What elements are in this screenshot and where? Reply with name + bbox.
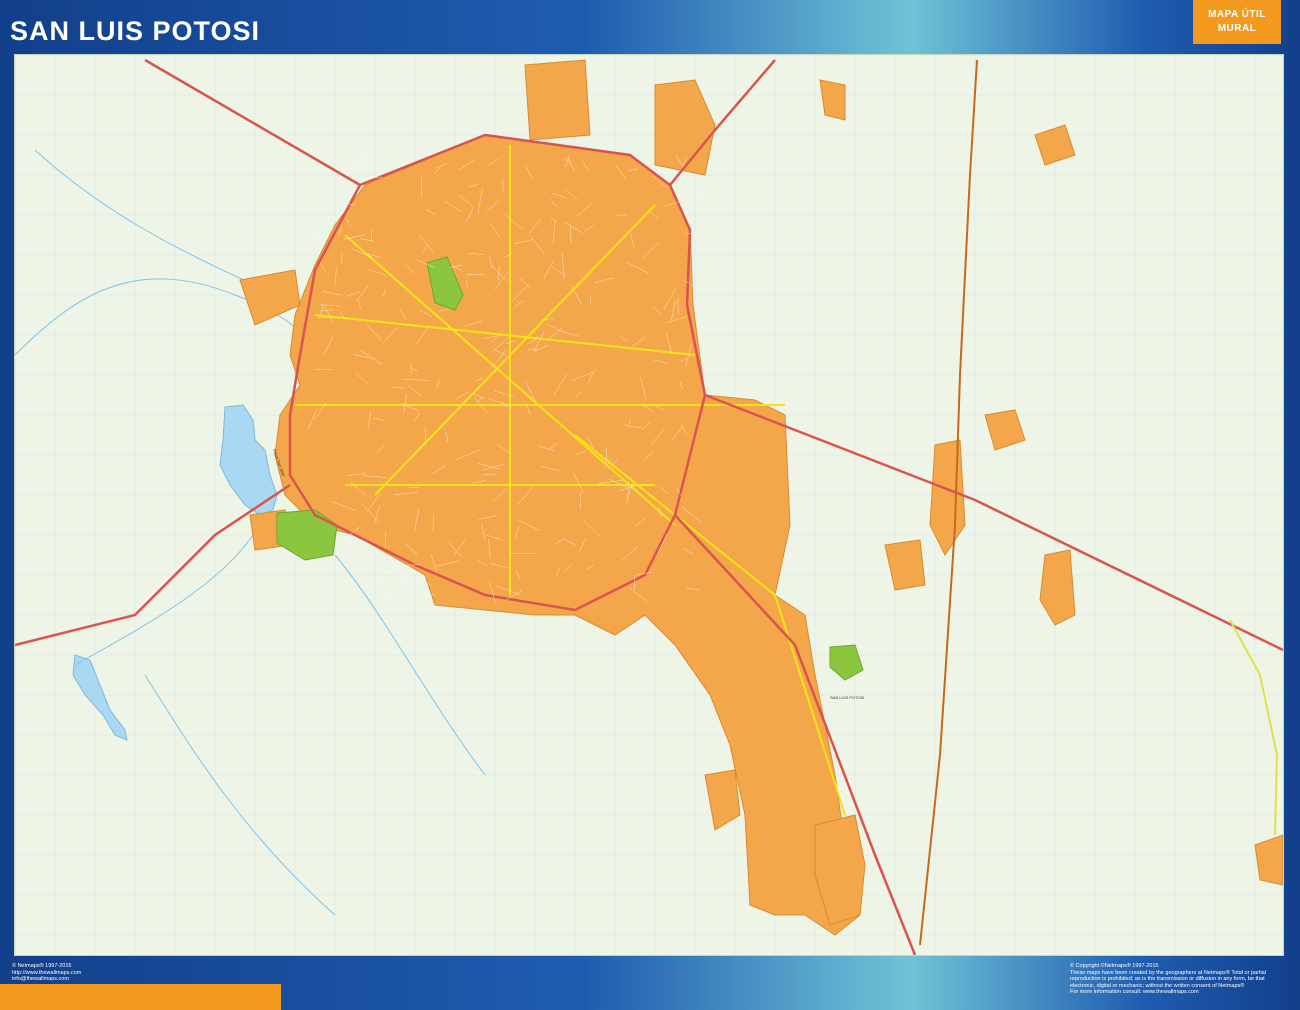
street-segment: [377, 567, 392, 580]
urban-east-4: [884, 539, 926, 591]
highway-nw: [144, 58, 361, 187]
street-segment: [374, 578, 387, 583]
badge-line2: MURAL: [1217, 23, 1257, 34]
footer-left: © Netmaps® 1997-2015 http://www.thewallm…: [12, 963, 81, 983]
copyright-line: For more information consult: www.thewal…: [1070, 989, 1199, 995]
mapa-util-badge: MAPA ÚTIL MURAL: [1193, 0, 1281, 44]
street-segment: [346, 160, 366, 170]
urban-north-1: [524, 59, 591, 141]
street-segment: [312, 222, 325, 240]
street-segment: [684, 191, 707, 197]
urban-north-3: [819, 79, 846, 121]
highway-west: [15, 483, 291, 647]
river-3: [74, 514, 266, 666]
street-segment: [316, 585, 331, 600]
map-canvas[interactable]: SAN LUIS POTOSI Presa San José: [14, 54, 1284, 956]
copyright-line: reproduction is prohibited; as is the tr…: [1070, 976, 1265, 982]
park-southeast: [829, 644, 864, 681]
urban-west-1: [239, 269, 301, 326]
badge-line1: MAPA ÚTIL: [1208, 9, 1266, 20]
street-segment: [344, 542, 354, 545]
lake-south: [72, 654, 128, 741]
footer-left-line: © Netmaps® 1997-2015: [12, 963, 72, 969]
city-center-label: SAN LUIS POTOSI: [830, 695, 865, 700]
footer-orange-bar: [0, 984, 281, 1010]
map-title: SAN LUIS POTOSI: [10, 16, 261, 46]
river-2: [34, 149, 256, 286]
footer-left-line[interactable]: info@thewallmaps.com: [12, 976, 81, 983]
urban-east-2: [984, 409, 1026, 451]
urban-areas: [239, 59, 1283, 936]
urban-east-3: [1039, 549, 1076, 626]
footer-copyright: © Copyright ©Netmaps® 1997-2015 These ma…: [1070, 963, 1290, 996]
street-segment: [379, 588, 392, 600]
urban-far-se: [1254, 834, 1283, 886]
urban-north-2: [654, 79, 716, 176]
road-far-east: [1229, 619, 1279, 836]
river-5: [144, 674, 336, 916]
street-segment: [379, 171, 389, 173]
map-svg: [15, 55, 1283, 955]
urban-ne-1: [1034, 124, 1076, 166]
street-segment: [416, 575, 421, 584]
